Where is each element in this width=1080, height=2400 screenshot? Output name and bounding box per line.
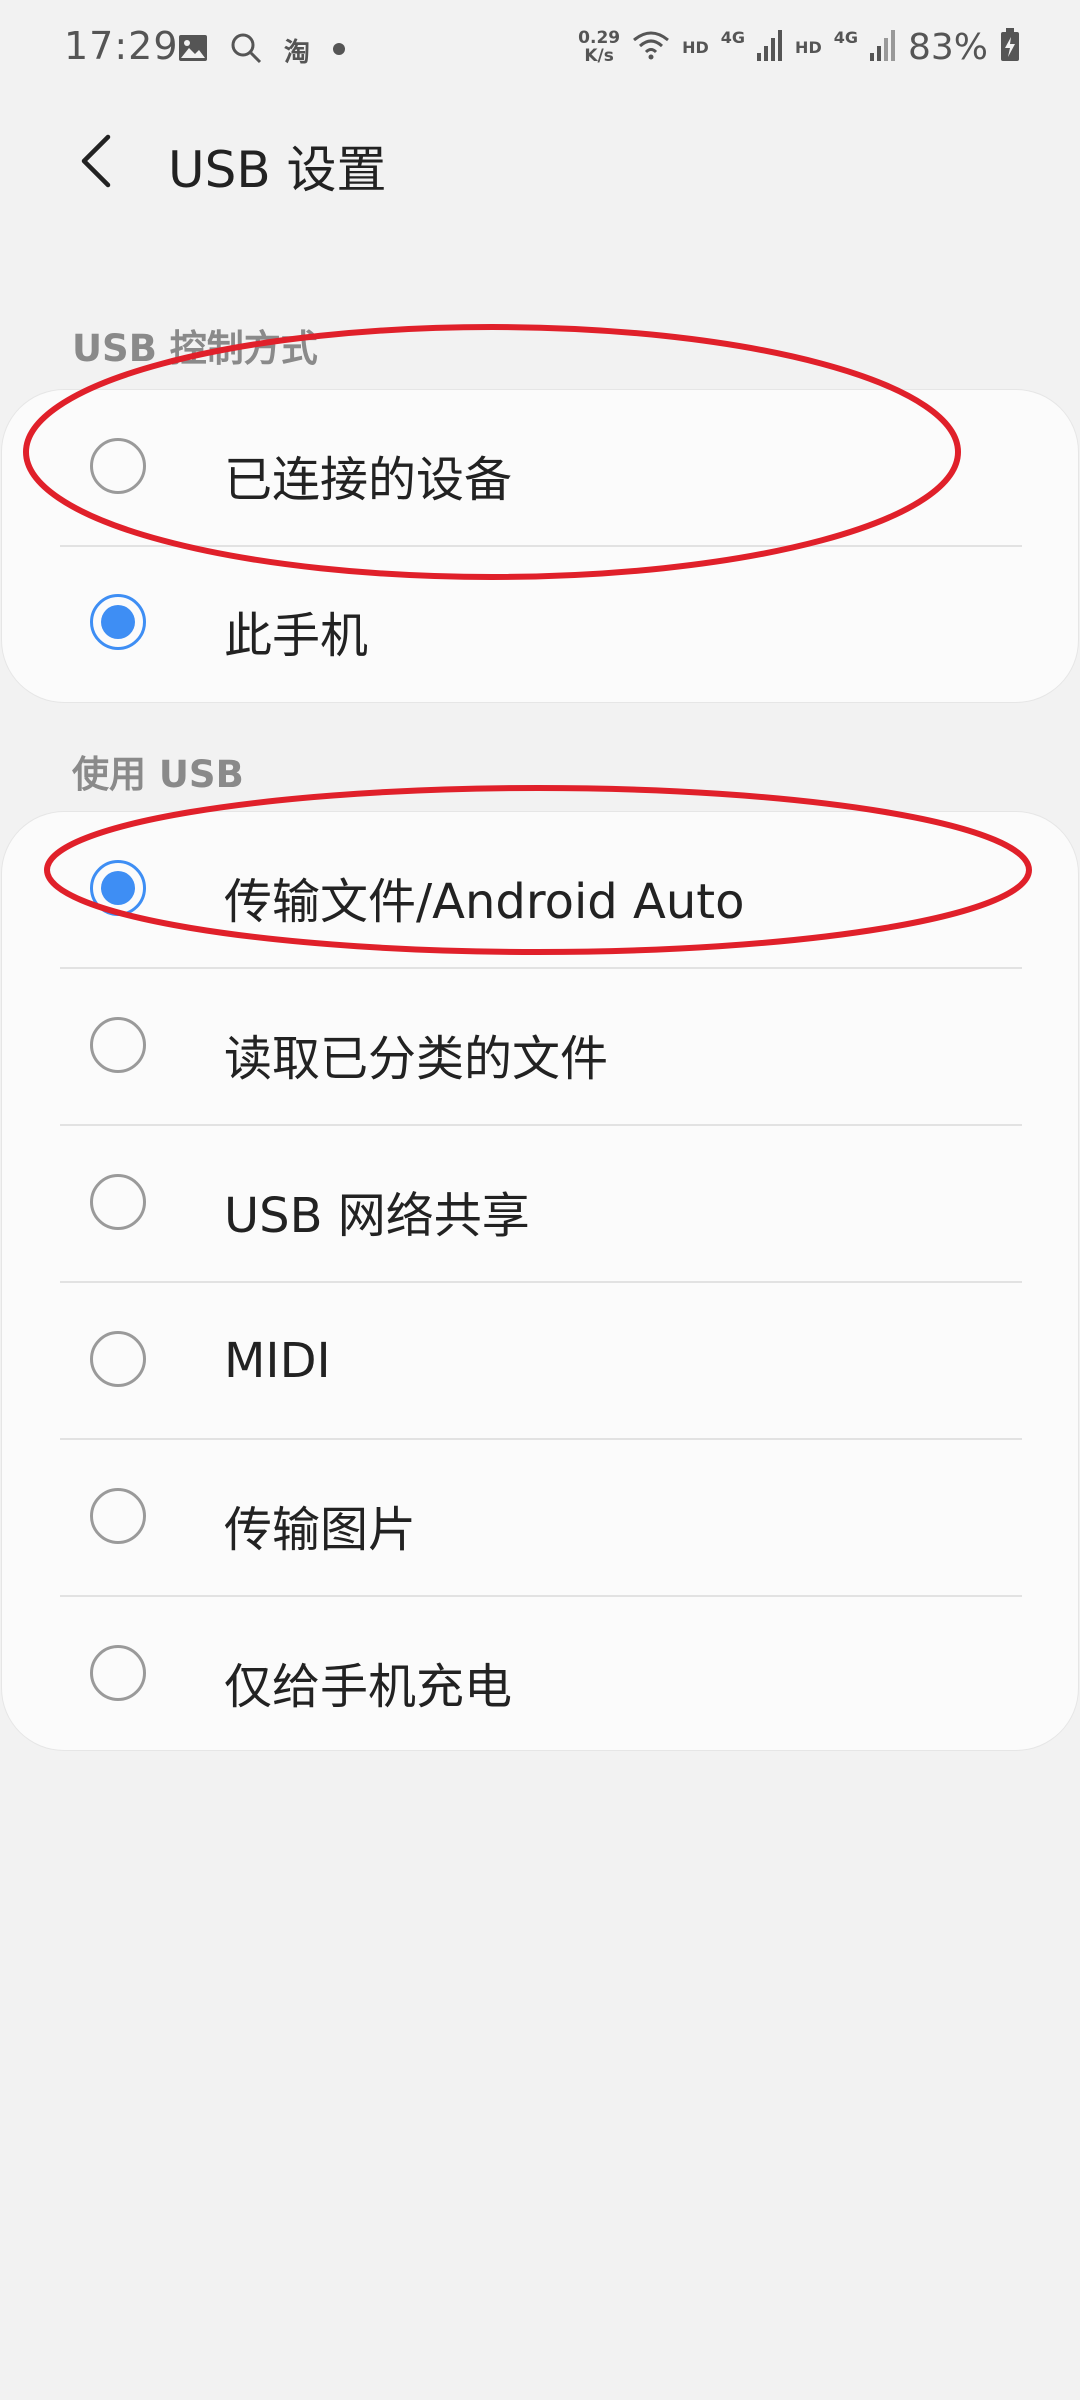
battery-charging-icon: [1000, 28, 1020, 66]
option-label: 读取已分类的文件: [224, 1031, 609, 1087]
search-icon: [230, 32, 262, 68]
option-label: MIDI: [224, 1333, 331, 1389]
signal-icon: [757, 29, 783, 65]
radio-button-checked[interactable]: [90, 594, 146, 650]
radio-button[interactable]: [90, 1645, 146, 1701]
net-label-1: 4G: [720, 27, 746, 47]
page-title: USB 设置: [168, 141, 387, 199]
option-usb-tethering[interactable]: USB 网络共享: [2, 1126, 1078, 1282]
section-title-usage: 使用 USB: [72, 753, 244, 796]
taobao-icon: 淘: [284, 37, 311, 68]
option-label: 传输图片: [224, 1502, 417, 1558]
option-label: 已连接的设备: [224, 452, 513, 508]
radio-button[interactable]: [90, 438, 146, 494]
radio-button[interactable]: [90, 1331, 146, 1387]
usage-card: 传输文件/Android Auto 读取已分类的文件 USB 网络共享 MIDI…: [2, 812, 1078, 1750]
radio-button[interactable]: [90, 1017, 146, 1073]
control-card: 已连接的设备 此手机: [2, 390, 1078, 702]
radio-button[interactable]: [90, 1174, 146, 1230]
option-this-phone[interactable]: 此手机: [2, 546, 1078, 702]
status-right: 0.29 K/s HD 4G HD 4G 83%: [578, 22, 1020, 72]
hd-label-1: HD: [682, 37, 709, 57]
network-speed: 0.29 K/s: [578, 29, 620, 65]
option-read-sorted-files[interactable]: 读取已分类的文件: [2, 969, 1078, 1125]
option-connected-device[interactable]: 已连接的设备: [2, 390, 1078, 546]
chevron-left-icon: [76, 133, 116, 193]
speed-unit: K/s: [584, 46, 614, 66]
option-label: 此手机: [224, 608, 369, 664]
signal-icon: [869, 29, 896, 65]
option-label: 传输文件/Android Auto: [224, 874, 745, 930]
option-midi[interactable]: MIDI: [2, 1283, 1078, 1439]
battery-percent: 83%: [907, 26, 988, 68]
section-title-control: USB 控制方式: [72, 327, 318, 370]
gallery-icon: [178, 34, 208, 66]
status-time: 17:29: [64, 24, 179, 68]
hd-label-2: HD: [795, 37, 822, 57]
wifi-icon: [632, 30, 670, 64]
radio-button[interactable]: [90, 1488, 146, 1544]
option-label: 仅给手机充电: [224, 1659, 513, 1715]
option-transfer-files[interactable]: 传输文件/Android Auto: [2, 812, 1078, 968]
net-label-2: 4G: [833, 27, 858, 47]
option-transfer-photos[interactable]: 传输图片: [2, 1440, 1078, 1596]
radio-button-checked[interactable]: [90, 860, 146, 916]
speed-value: 0.29: [578, 28, 621, 48]
option-charge-only[interactable]: 仅给手机充电: [2, 1597, 1078, 1753]
notification-icons: 淘: [178, 30, 346, 70]
status-bar: 17:29 淘 0.29 K/s HD 4G HD 4G 83%: [0, 0, 1080, 96]
dot-icon: [332, 41, 346, 60]
back-button[interactable]: [66, 128, 126, 198]
option-label: USB 网络共享: [224, 1188, 530, 1244]
